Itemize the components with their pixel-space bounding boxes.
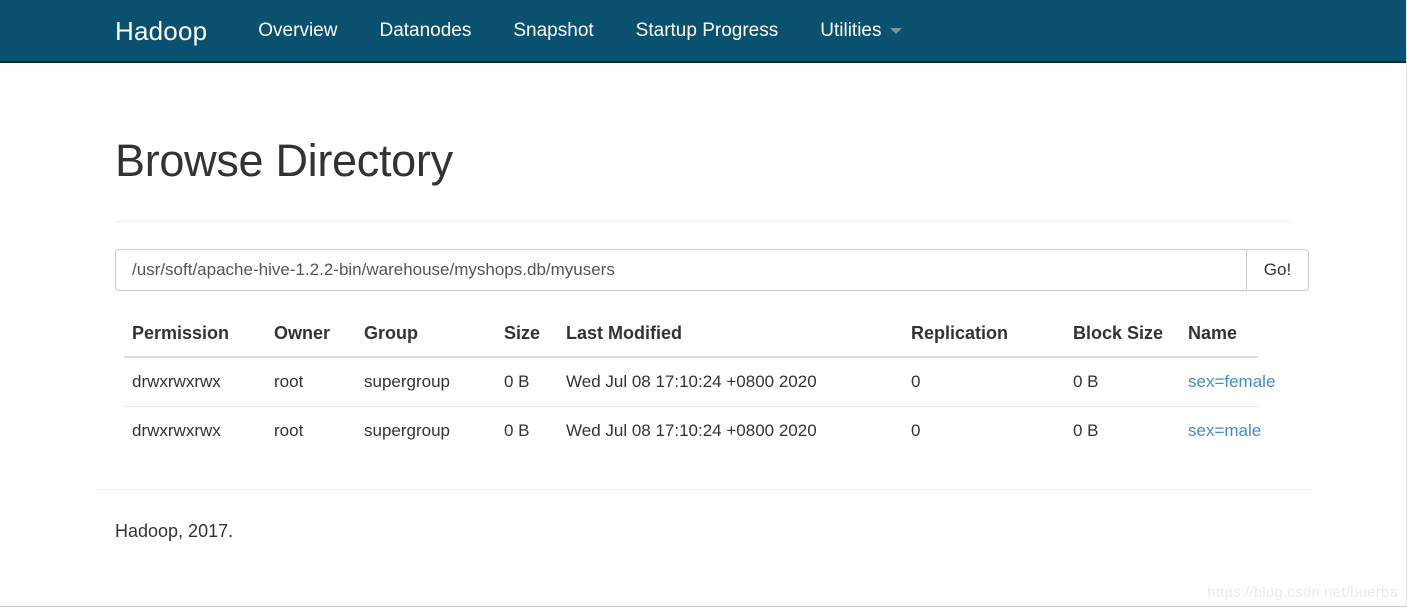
title-divider [115,220,1291,222]
nav-link-datanodes[interactable]: Datanodes [358,21,492,40]
table-row: drwxrwxrwx root supergroup 0 B Wed Jul 0… [124,357,1275,407]
cell-replication: 0 [903,405,1065,455]
table-body: drwxrwxrwx root supergroup 0 B Wed Jul 0… [124,357,1275,455]
cell-name: sex=female [1180,357,1275,407]
brand-hadoop[interactable]: Hadoop [115,18,207,44]
table-head: Permission Owner Group Size Last Modifie… [124,314,1258,358]
path-input-group: Go! [115,248,1309,291]
cell-permission: drwxrwxrwx [132,371,221,391]
table-header-row: Permission Owner Group Size Last Modifie… [124,314,1258,358]
watermark: https://blog.csdn.net/buerba [1207,584,1398,601]
column-header-size[interactable]: Size [496,314,558,358]
main-content: Browse Directory Go! Permission Owner Gr… [0,63,1406,455]
cell-permission: drwxrwxrwx [124,405,266,455]
column-header-permission[interactable]: Permission [124,314,266,358]
footer-divider [96,489,1310,490]
nav-link-startup-progress[interactable]: Startup Progress [615,21,800,40]
cell-group: supergroup [364,371,451,391]
nav-link-snapshot[interactable]: Snapshot [492,21,614,40]
directory-link-sex-male[interactable]: sex=male [1188,421,1261,440]
column-header-group[interactable]: Group [356,314,496,358]
cell-replication: 0 [911,371,921,391]
column-header-owner[interactable]: Owner [266,314,356,358]
cell-owner: root [266,405,356,455]
nav-link-overview[interactable]: Overview [237,21,358,40]
column-header-block-size[interactable]: Block Size [1065,314,1180,358]
chevron-down-icon [890,27,903,34]
nav-dropdown-utilities[interactable]: Utilities [799,21,923,40]
cell-block-size: 0 B [1073,371,1099,391]
directory-path-input[interactable] [115,248,1246,291]
column-header-last-modified[interactable]: Last Modified [558,314,903,358]
top-navbar: Hadoop Overview Datanodes Snapshot Start… [0,0,1406,63]
directory-link-sex-female[interactable]: sex=female [1188,372,1275,391]
cell-last-modified: Wed Jul 08 17:10:24 +0800 2020 [558,405,903,455]
column-header-replication[interactable]: Replication [903,314,1065,358]
directory-listing-table: Permission Owner Group Size Last Modifie… [124,314,1275,455]
cell-group: supergroup [356,405,496,455]
cell-size: 0 B [496,405,558,455]
table-row: drwxrwxrwx root supergroup 0 B Wed Jul 0… [124,405,1261,455]
nav-links: Overview Datanodes Snapshot Startup Prog… [237,21,923,40]
cell-size: 0 B [504,371,530,391]
page-title: Browse Directory [115,135,453,186]
nav-dropdown-utilities-label: Utilities [820,20,882,41]
cell-owner: root [274,371,304,391]
cell-block-size: 0 B [1065,405,1180,455]
go-button[interactable]: Go! [1246,248,1309,291]
cell-last-modified: Wed Jul 08 17:10:24 +0800 2020 [566,371,817,391]
footer-text: Hadoop, 2017. [115,521,234,541]
cell-name: sex=male [1180,405,1261,455]
column-header-name[interactable]: Name [1180,314,1258,358]
